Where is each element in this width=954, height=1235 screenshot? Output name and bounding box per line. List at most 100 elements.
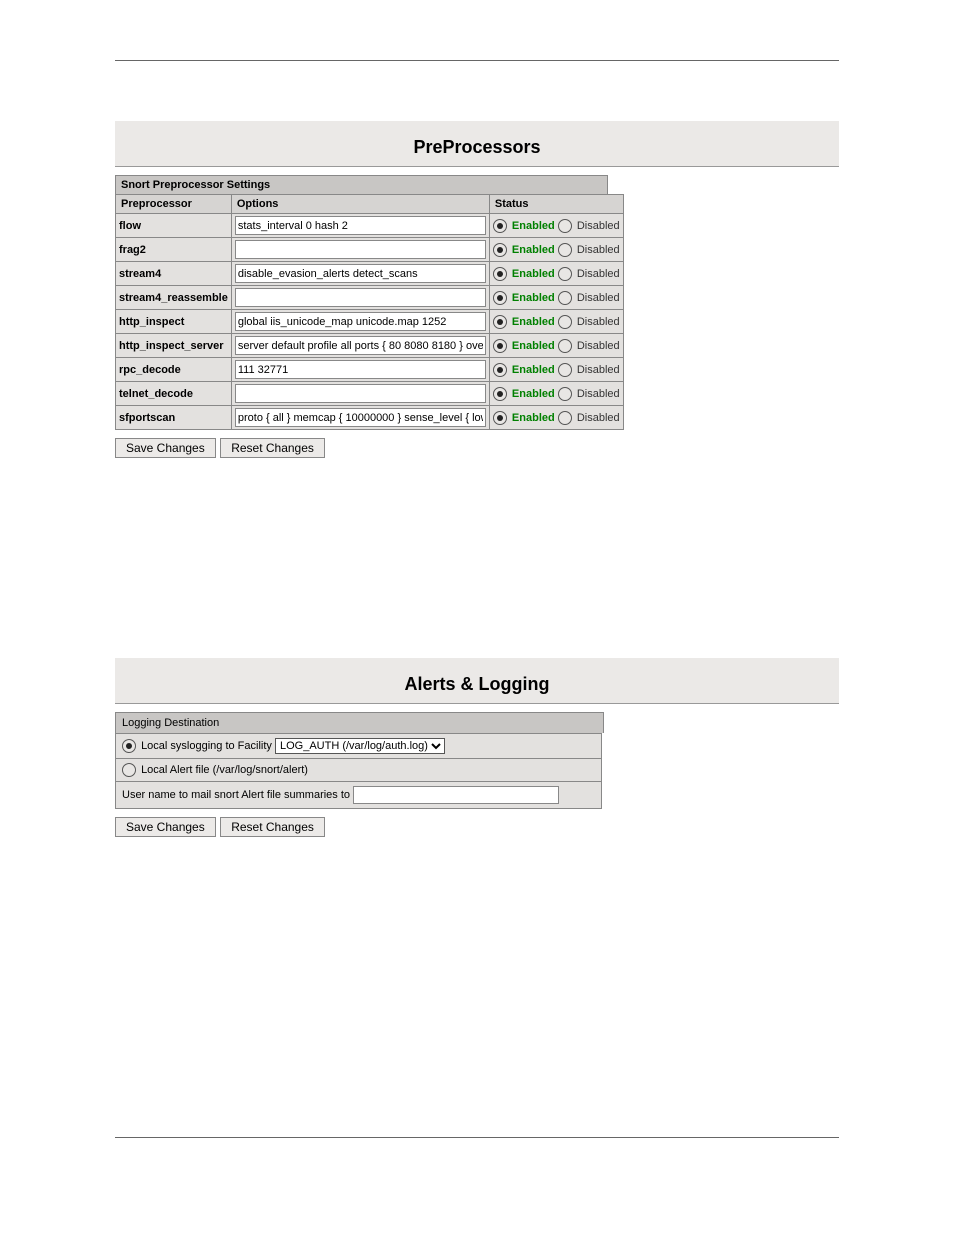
enabled-label: Enabled <box>512 363 555 375</box>
col-preprocessor: Preprocessor <box>116 195 232 214</box>
preproc-status-cell: Enabled Disabled <box>489 406 623 430</box>
radio-enabled[interactable] <box>493 219 507 233</box>
disabled-label: Disabled <box>577 411 620 423</box>
disabled-label: Disabled <box>577 339 620 351</box>
radio-enabled[interactable] <box>493 339 507 353</box>
col-status: Status <box>489 195 623 214</box>
radio-disabled[interactable] <box>558 363 572 377</box>
enabled-label: Enabled <box>512 315 555 327</box>
radio-disabled[interactable] <box>558 315 572 329</box>
radio-alertfile[interactable] <box>122 763 136 777</box>
syslog-label: Local syslogging to Facility <box>141 740 272 752</box>
table-row: flow Enabled Disabled <box>116 214 624 238</box>
preproc-caption: Snort Preprocessor Settings <box>115 175 608 194</box>
radio-disabled[interactable] <box>558 291 572 305</box>
disabled-label: Disabled <box>577 243 620 255</box>
alerts-header: Alerts & Logging <box>115 658 839 703</box>
preproc-options-cell <box>231 334 489 358</box>
preproc-options-input[interactable] <box>235 240 486 259</box>
facility-select[interactable]: LOG_AUTH (/var/log/auth.log) <box>275 738 445 754</box>
enabled-label: Enabled <box>512 387 555 399</box>
radio-enabled[interactable] <box>493 291 507 305</box>
save-button[interactable]: Save Changes <box>115 438 216 458</box>
radio-enabled[interactable] <box>493 243 507 257</box>
summary-label: User name to mail snort Alert file summa… <box>122 789 350 801</box>
preprocessors-title: PreProcessors <box>413 137 540 157</box>
preprocessors-body: Snort Preprocessor Settings Preprocessor… <box>115 167 839 458</box>
top-rule <box>115 60 839 61</box>
enabled-label: Enabled <box>512 267 555 279</box>
enabled-label: Enabled <box>512 291 555 303</box>
preproc-name: http_inspect <box>116 310 232 334</box>
radio-disabled[interactable] <box>558 267 572 281</box>
alerts-body: Logging Destination Local syslogging to … <box>115 704 839 837</box>
table-row: telnet_decode Enabled Disabled <box>116 382 624 406</box>
preprocessors-header: PreProcessors <box>115 121 839 166</box>
bottom-rule <box>115 1137 839 1138</box>
preproc-status-cell: Enabled Disabled <box>489 286 623 310</box>
disabled-label: Disabled <box>577 267 620 279</box>
save-button[interactable]: Save Changes <box>115 817 216 837</box>
preproc-status-cell: Enabled Disabled <box>489 238 623 262</box>
preproc-name: stream4_reassemble <box>116 286 232 310</box>
radio-disabled[interactable] <box>558 411 572 425</box>
reset-button[interactable]: Reset Changes <box>220 438 325 458</box>
radio-enabled[interactable] <box>493 411 507 425</box>
preproc-options-cell <box>231 406 489 430</box>
preproc-status-cell: Enabled Disabled <box>489 214 623 238</box>
preproc-options-cell <box>231 238 489 262</box>
preproc-options-cell <box>231 262 489 286</box>
preproc-options-input[interactable] <box>235 336 486 355</box>
enabled-label: Enabled <box>512 411 555 423</box>
preproc-buttons: Save Changes Reset Changes <box>115 438 839 458</box>
reset-button[interactable]: Reset Changes <box>220 817 325 837</box>
alerts-buttons: Save Changes Reset Changes <box>115 817 839 837</box>
preproc-options-cell <box>231 286 489 310</box>
disabled-label: Disabled <box>577 291 620 303</box>
preproc-options-input[interactable] <box>235 312 486 331</box>
disabled-label: Disabled <box>577 219 620 231</box>
radio-enabled[interactable] <box>493 267 507 281</box>
preproc-options-input[interactable] <box>235 408 486 427</box>
table-row: User name to mail snort Alert file summa… <box>116 782 602 809</box>
preproc-options-cell <box>231 310 489 334</box>
col-options: Options <box>231 195 489 214</box>
preproc-options-input[interactable] <box>235 360 486 379</box>
preproc-options-cell <box>231 382 489 406</box>
enabled-label: Enabled <box>512 243 555 255</box>
radio-enabled[interactable] <box>493 387 507 401</box>
preproc-options-input[interactable] <box>235 264 486 283</box>
preproc-options-input[interactable] <box>235 288 486 307</box>
summary-input[interactable] <box>353 786 559 804</box>
preproc-table: Preprocessor Options Status flow Enabled… <box>115 194 624 430</box>
preproc-status-cell: Enabled Disabled <box>489 358 623 382</box>
table-row: http_inspect Enabled Disabled <box>116 310 624 334</box>
preproc-name: http_inspect_server <box>116 334 232 358</box>
radio-disabled[interactable] <box>558 387 572 401</box>
radio-disabled[interactable] <box>558 243 572 257</box>
preproc-status-cell: Enabled Disabled <box>489 310 623 334</box>
preproc-name: stream4 <box>116 262 232 286</box>
preproc-options-input[interactable] <box>235 384 486 403</box>
table-row: sfportscan Enabled Disabled <box>116 406 624 430</box>
enabled-label: Enabled <box>512 339 555 351</box>
radio-enabled[interactable] <box>493 363 507 377</box>
disabled-label: Disabled <box>577 387 620 399</box>
logging-table: Local syslogging to Facility LOG_AUTH (/… <box>115 733 602 809</box>
table-row: Local Alert file (/var/log/snort/alert) <box>116 759 602 782</box>
radio-enabled[interactable] <box>493 315 507 329</box>
disabled-label: Disabled <box>577 363 620 375</box>
preproc-options-cell <box>231 214 489 238</box>
radio-syslog[interactable] <box>122 739 136 753</box>
disabled-label: Disabled <box>577 315 620 327</box>
table-row: rpc_decode Enabled Disabled <box>116 358 624 382</box>
preproc-options-input[interactable] <box>235 216 486 235</box>
alertfile-label: Local Alert file (/var/log/snort/alert) <box>141 764 308 776</box>
radio-disabled[interactable] <box>558 219 572 233</box>
preproc-name: telnet_decode <box>116 382 232 406</box>
table-row: stream4_reassemble Enabled Disabled <box>116 286 624 310</box>
table-row: Local syslogging to Facility LOG_AUTH (/… <box>116 734 602 759</box>
radio-disabled[interactable] <box>558 339 572 353</box>
table-row: frag2 Enabled Disabled <box>116 238 624 262</box>
preproc-status-cell: Enabled Disabled <box>489 262 623 286</box>
